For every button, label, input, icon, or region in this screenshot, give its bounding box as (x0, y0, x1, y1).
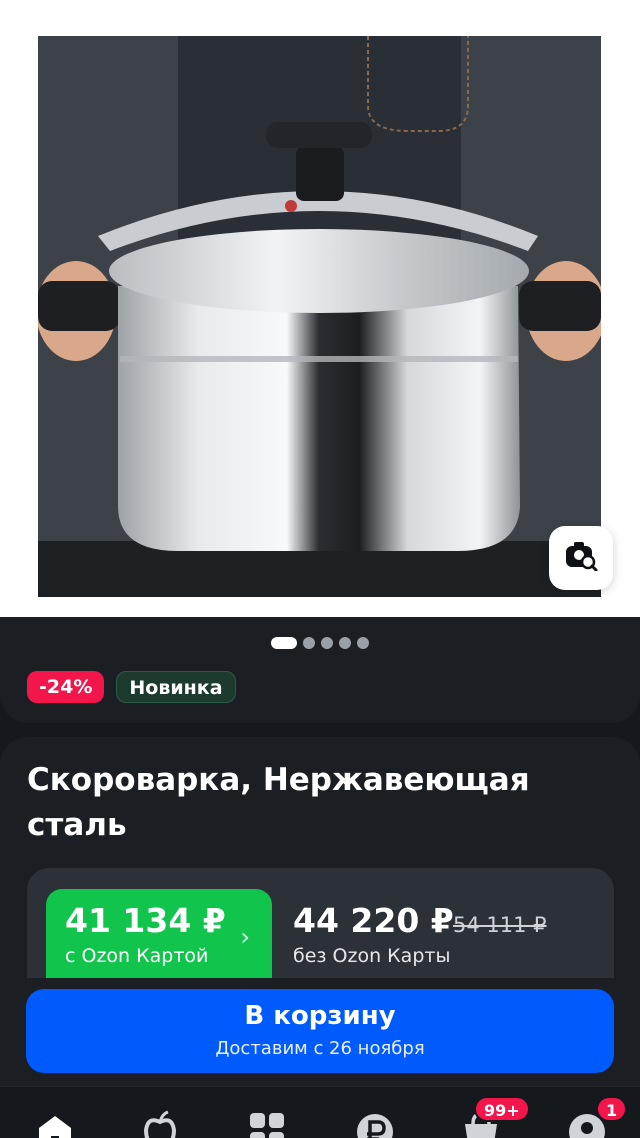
nav-fresh[interactable] (140, 1110, 180, 1138)
nav-catalog[interactable] (247, 1110, 287, 1138)
chevron-right-icon: › (240, 923, 250, 951)
ruble-icon (355, 1110, 395, 1138)
ozon-card-price: 41 134 ₽ (65, 901, 226, 940)
catalog-icon (247, 1110, 287, 1138)
new-badge: Новинка (116, 671, 236, 703)
camera-search-icon (564, 541, 598, 575)
add-to-cart-button[interactable]: В корзину Доставим с 26 ноября (26, 989, 614, 1073)
carousel-dot[interactable] (339, 637, 351, 649)
product-badges: -24% Новинка (27, 671, 236, 703)
badges-card (0, 617, 640, 723)
discount-badge: -24% (27, 671, 105, 703)
add-to-cart-label: В корзину (244, 1001, 396, 1031)
carousel-dot[interactable] (303, 637, 315, 649)
nav-finance[interactable] (355, 1110, 395, 1138)
carousel-dot[interactable] (321, 637, 333, 649)
ozon-card-label: с Ozon Картой (65, 945, 209, 967)
product-image-gallery[interactable] (0, 0, 640, 617)
bottom-navigation (0, 1086, 640, 1138)
cart-count-badge: 99+ (474, 1096, 530, 1122)
carousel-dot[interactable] (357, 637, 369, 649)
product-title: Скороварка, Нержавеющая сталь (27, 762, 530, 843)
old-price: 54 111 ₽ (453, 913, 547, 937)
nav-home[interactable] (35, 1110, 75, 1138)
ozon-card-price-button[interactable]: 41 134 ₽ с Ozon Картой › (46, 889, 272, 978)
regular-price: 44 220 ₽ (293, 901, 454, 940)
without-card-label: без Ozon Карты (293, 945, 451, 967)
carousel-dot[interactable] (271, 637, 297, 649)
delivery-date: Доставим с 26 ноября (215, 1038, 425, 1059)
home-icon (35, 1110, 75, 1138)
apple-icon (140, 1110, 180, 1138)
product-photo[interactable] (38, 36, 601, 597)
visual-search-button[interactable] (549, 526, 613, 590)
carousel-indicator[interactable] (0, 636, 640, 650)
profile-notification-badge: 1 (596, 1096, 628, 1122)
